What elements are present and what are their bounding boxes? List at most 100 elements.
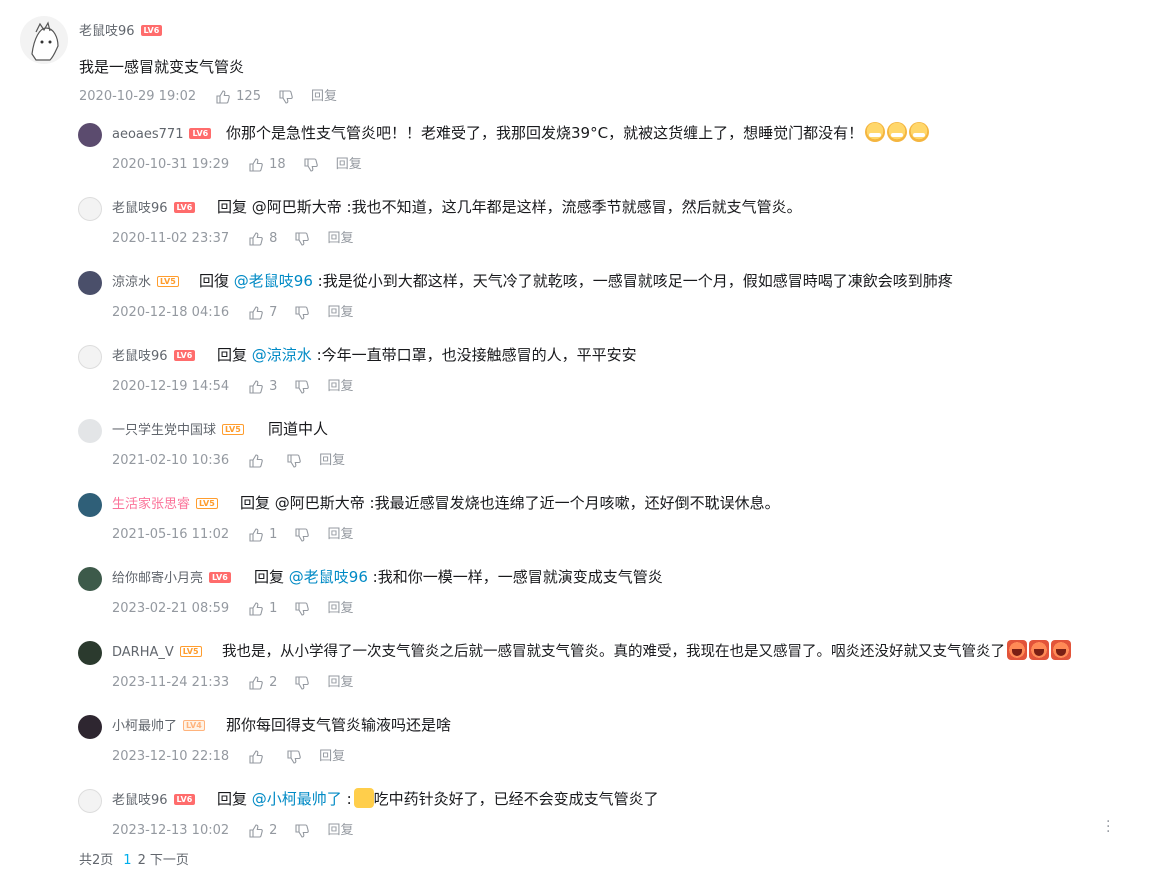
username-text[interactable]: 涼涼水: [112, 275, 151, 290]
reply-button[interactable]: 回复: [319, 748, 345, 766]
mention-link[interactable]: @小柯最帅了: [252, 790, 342, 808]
reply-avatar[interactable]: [78, 567, 102, 591]
dislike-button[interactable]: [295, 232, 310, 246]
level-badge: LV6: [173, 794, 196, 805]
dislike-button[interactable]: [279, 90, 293, 104]
dislike-button[interactable]: [304, 158, 318, 172]
reply-button[interactable]: 回复: [327, 526, 353, 544]
mention-link[interactable]: @老鼠吱96: [234, 272, 313, 290]
like-button[interactable]: 1: [249, 526, 277, 544]
reply-text: 回复 @老鼠吱96 :我和你一模一样，一感冒就演变成支气管炎: [254, 566, 663, 588]
root-avatar[interactable]: [20, 16, 68, 64]
mention-link[interactable]: @老鼠吱96: [289, 568, 368, 586]
reply-button[interactable]: 回复: [311, 88, 337, 106]
dislike-button[interactable]: [295, 602, 310, 616]
dislike-button[interactable]: [295, 306, 310, 320]
like-count: 2: [269, 823, 278, 838]
like-button[interactable]: 1: [249, 600, 277, 618]
username-text[interactable]: DARHA_V: [112, 645, 174, 660]
username-text[interactable]: 老鼠吱96: [112, 793, 168, 808]
username-text[interactable]: 老鼠吱96: [79, 24, 135, 39]
reply-avatar[interactable]: [78, 789, 102, 813]
reply-body: 我也是，从小学得了一次支气管炎之后就一感冒就支气管炎。真的难受，我现在也是又感冒…: [222, 644, 1005, 660]
dislike-button[interactable]: [295, 676, 310, 690]
reply-meta: 2020-12-19 14:54 3 回复: [112, 378, 353, 396]
reply-button[interactable]: 回复: [327, 378, 353, 396]
reply-username[interactable]: DARHA_V LV5: [112, 644, 202, 662]
username-text[interactable]: aeoaes771: [112, 127, 183, 142]
reply-button[interactable]: 回复: [319, 452, 345, 470]
like-button[interactable]: 18: [249, 156, 286, 174]
reply-username[interactable]: 给你邮寄小月亮 LV6: [112, 570, 231, 588]
comment-time: 2020-12-18 04:16: [112, 305, 230, 320]
reply-avatar[interactable]: [78, 715, 102, 739]
like-button[interactable]: 7: [249, 304, 277, 322]
reply-button[interactable]: 回复: [327, 822, 353, 840]
reply-button[interactable]: 回复: [327, 230, 353, 248]
reply-username[interactable]: 涼涼水 LV5: [112, 274, 179, 292]
thumb-down-icon: [295, 380, 310, 394]
reply-button[interactable]: 回复: [327, 674, 353, 692]
like-button[interactable]: 125: [216, 88, 261, 106]
reply-avatar[interactable]: [78, 345, 102, 369]
page-2-link[interactable]: 2: [138, 853, 146, 868]
thumb-up-icon: [249, 158, 263, 172]
more-options-icon[interactable]: · · ·: [1106, 815, 1112, 839]
dislike-button[interactable]: [287, 750, 301, 764]
username-text[interactable]: 生活家张思睿: [112, 497, 190, 512]
username-text[interactable]: 一只学生党中国球: [112, 423, 216, 438]
comment-time: 2020-10-31 19:29: [112, 157, 230, 172]
reply-button[interactable]: 回复: [336, 156, 362, 174]
page-1-link[interactable]: 1: [123, 853, 131, 868]
reply-username[interactable]: 一只学生党中国球 LV5: [112, 422, 244, 440]
thumb-down-icon: [295, 528, 310, 542]
comment-time: 2023-12-13 10:02: [112, 823, 230, 838]
username-text[interactable]: 老鼠吱96: [112, 349, 168, 364]
reply-username[interactable]: 老鼠吱96 LV6: [112, 200, 196, 218]
level-badge: LV5: [157, 276, 179, 287]
dislike-button[interactable]: [295, 528, 310, 542]
like-button[interactable]: 3: [249, 378, 277, 396]
reply-body: 同道中人: [268, 420, 329, 438]
reply-avatar[interactable]: [78, 641, 102, 665]
level-badge: LV5: [196, 498, 218, 509]
reply-username[interactable]: 小柯最帅了 LV4: [112, 718, 205, 736]
reply-text: 同道中人: [268, 418, 328, 440]
reply-username[interactable]: 老鼠吱96 LV6: [112, 792, 196, 810]
like-button[interactable]: 2: [249, 674, 277, 692]
dislike-button[interactable]: [295, 824, 310, 838]
root-username[interactable]: 老鼠吱96 LV6: [79, 23, 163, 41]
username-text[interactable]: 给你邮寄小月亮: [112, 571, 203, 586]
like-button[interactable]: [249, 454, 269, 468]
reply-text: 回复 @阿巴斯大帝 :我也不知道，这几年都是这样，流感季节就感冒，然后就支气管炎…: [217, 196, 802, 218]
reply-avatar[interactable]: [78, 197, 102, 221]
reply-body: 你那个是急性支气管炎吧！！老难受了，我那回发烧39°C，就被这货缠上了，想睡觉门…: [226, 124, 864, 142]
thumb-up-icon: [249, 454, 263, 468]
reply-avatar[interactable]: [78, 493, 102, 517]
reply-username[interactable]: 老鼠吱96 LV6: [112, 348, 196, 366]
dislike-button[interactable]: [287, 454, 301, 468]
reply-meta: 2023-12-13 10:02 2 回复: [112, 822, 353, 840]
like-count: 18: [269, 157, 286, 172]
reply-button[interactable]: 回复: [327, 304, 353, 322]
reply-username[interactable]: 生活家张思睿 LV5: [112, 496, 218, 514]
dislike-button[interactable]: [295, 380, 310, 394]
next-page-link[interactable]: 下一页: [150, 853, 189, 868]
thumb-up-icon: [249, 602, 263, 616]
mention-link[interactable]: @涼涼水: [252, 346, 312, 364]
reply-avatar[interactable]: [78, 271, 102, 295]
username-text[interactable]: 老鼠吱96: [112, 201, 168, 216]
username-text[interactable]: 小柯最帅了: [112, 719, 177, 734]
reply-meta: 2023-11-24 21:33 2 回复: [112, 674, 353, 692]
reply-avatar[interactable]: [78, 123, 102, 147]
like-count: 1: [269, 527, 278, 542]
reply-username[interactable]: aeoaes771 LV6: [112, 126, 212, 144]
reply-body: :: [341, 790, 352, 808]
reply-avatar[interactable]: [78, 419, 102, 443]
comment-time: 2020-11-02 23:37: [112, 231, 230, 246]
like-button[interactable]: 2: [249, 822, 277, 840]
like-button[interactable]: 8: [249, 230, 277, 248]
reply-button[interactable]: 回复: [327, 600, 353, 618]
like-button[interactable]: [249, 750, 269, 764]
level-badge: LV6: [173, 202, 196, 213]
